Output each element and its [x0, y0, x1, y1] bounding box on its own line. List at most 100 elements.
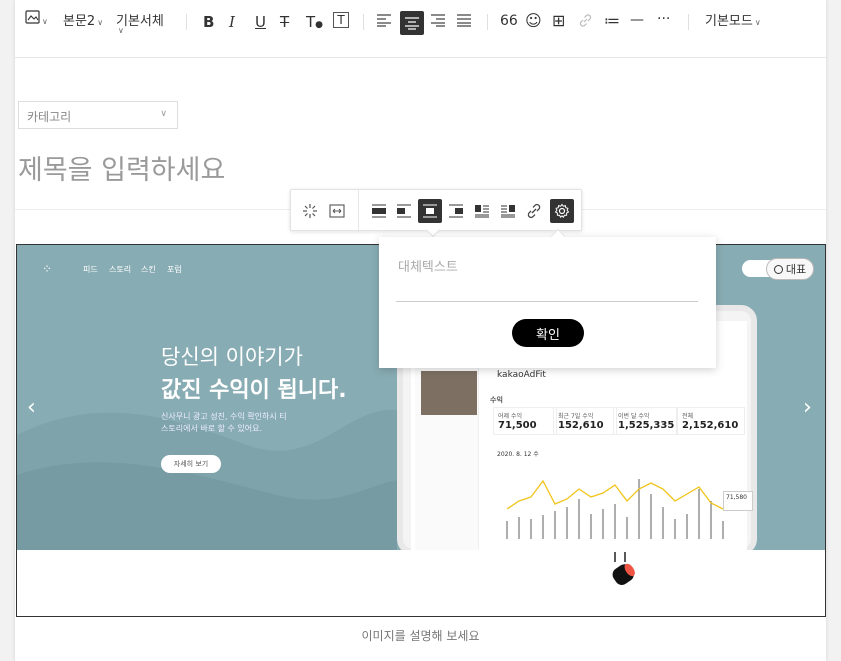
- list-button[interactable]: ≔: [604, 11, 620, 30]
- stat-label: 전체: [682, 413, 694, 420]
- link-icon: [527, 203, 541, 219]
- image-toolbar: [290, 189, 582, 238]
- italic-button[interactable]: I: [229, 13, 235, 31]
- chart-date: 2020. 8. 12 수: [497, 451, 539, 458]
- banner-nav-item: 포럼: [167, 265, 182, 274]
- align-right-icon: [431, 14, 445, 27]
- chevron-left-icon: ‹: [27, 395, 36, 420]
- chart-tooltip: 71,580: [723, 491, 753, 511]
- toolbar-divider: [358, 190, 359, 232]
- align-left-button[interactable]: [376, 13, 392, 31]
- align-justify-button[interactable]: [456, 13, 472, 31]
- represent-image-button[interactable]: 대표: [766, 258, 814, 280]
- align-right-button[interactable]: [430, 13, 446, 31]
- revenue-section-label: 수익: [490, 396, 503, 404]
- paragraph-style-label: 본문2: [63, 14, 96, 29]
- confirm-button[interactable]: 확인: [512, 319, 584, 347]
- align-justify-icon: [457, 14, 471, 27]
- banner-subtext: 신사무니 광고 성진, 수익 확인하시 티스토리에서 바로 할 수 있어요.: [161, 412, 287, 433]
- image-effect-button[interactable]: [298, 199, 322, 223]
- align-center-button[interactable]: [400, 11, 424, 35]
- editor-mode-select[interactable]: 기본모드 ∨: [705, 10, 761, 29]
- more-button[interactable]: ···: [657, 11, 670, 27]
- alt-text-input[interactable]: [396, 254, 698, 302]
- float-right-button[interactable]: [496, 199, 520, 223]
- revenue-chart: [506, 479, 724, 539]
- stat-card: 최근 7일 수익 152,610: [553, 407, 617, 435]
- color-dot-icon: ●: [315, 20, 324, 30]
- stat-value: 152,610: [558, 420, 604, 431]
- align-left-wrap-icon: [397, 204, 411, 218]
- editor-mode-label: 기본모드: [705, 14, 753, 29]
- emoji-button[interactable]: ☺: [525, 11, 542, 30]
- float-left-button[interactable]: [470, 199, 494, 223]
- image-settings-button[interactable]: [550, 199, 574, 223]
- align-center-image-button[interactable]: [418, 199, 442, 223]
- adfit-brand: kakaoAdFit: [497, 370, 546, 380]
- chevron-down-icon: ∨: [160, 109, 167, 119]
- editor-page: ∨ 본문2∨ 기본서체∨ B I U T T● T 66 ☺ ⊞ ≔ — ·: [15, 0, 826, 661]
- align-center-icon: [423, 204, 437, 218]
- align-left-image-button[interactable]: [392, 199, 416, 223]
- banner-button: 자세히 보기: [161, 455, 221, 473]
- quote-button[interactable]: 66: [500, 13, 518, 29]
- stat-label: 어제 수익: [498, 413, 522, 420]
- paragraph-style-select[interactable]: 본문2 ∨: [63, 10, 103, 29]
- link-icon: [579, 14, 592, 27]
- font-family-select[interactable]: 기본서체 ∨: [116, 10, 164, 35]
- banner-nav-item: 피드: [83, 265, 98, 274]
- category-select[interactable]: 카테고리 ∨: [18, 101, 178, 129]
- align-left-icon: [377, 14, 391, 27]
- alt-text-popup: 확인: [379, 228, 716, 368]
- banner-headline-2: 값진 수익이 됩니다.: [161, 378, 347, 403]
- image-width-button[interactable]: [325, 199, 349, 223]
- stat-value: 71,500: [498, 420, 537, 431]
- tablet-sidebar: [415, 363, 479, 550]
- banner-nav-item: 스킨: [141, 265, 156, 274]
- circle-icon: [773, 264, 783, 274]
- stat-label: 최근 7일 수익: [558, 413, 594, 420]
- resize-width-icon: [329, 204, 345, 218]
- title-input[interactable]: 제목을 입력하세요: [18, 148, 225, 187]
- underline-button[interactable]: U: [255, 13, 266, 31]
- strikethrough-button[interactable]: T: [280, 13, 289, 31]
- align-center-icon: [405, 17, 419, 30]
- stat-label: 이번 달 수익: [618, 413, 650, 420]
- text-color-label: T: [306, 13, 316, 31]
- text-background-button[interactable]: T: [333, 12, 349, 28]
- settings-icon: [554, 203, 570, 219]
- insert-image-button[interactable]: ∨: [25, 10, 48, 28]
- link-button[interactable]: [578, 13, 593, 32]
- float-left-icon: [475, 205, 489, 218]
- float-right-icon: [501, 205, 515, 218]
- text-color-button[interactable]: T●: [306, 13, 323, 31]
- stat-card: 이번 달 수익 1,525,335: [613, 407, 677, 435]
- toolbar-divider: [688, 14, 689, 30]
- image-caption-input[interactable]: 이미지를 설명해 보세요: [15, 627, 826, 644]
- horizontal-rule-button[interactable]: —: [630, 12, 644, 28]
- banner-headline-1: 당신의 이야기가: [161, 345, 303, 369]
- stat-value: 2,152,610: [682, 420, 739, 431]
- chevron-right-icon: ›: [803, 395, 812, 420]
- image-icon: [25, 10, 40, 24]
- category-label: 카테고리: [27, 110, 72, 124]
- coffee-photo: [421, 371, 477, 415]
- banner-nav-item: 스토리: [109, 265, 132, 274]
- align-full-icon: [372, 204, 386, 218]
- toolbar-divider: [186, 14, 187, 30]
- align-full-button[interactable]: [367, 199, 391, 223]
- image-link-button[interactable]: [522, 199, 546, 223]
- align-right-image-button[interactable]: [444, 199, 468, 223]
- represent-label: 대표: [785, 263, 807, 276]
- toolbar-divider: [487, 14, 488, 30]
- stat-card: 전체 2,152,610: [677, 407, 745, 435]
- popup-pointer: [550, 228, 566, 244]
- stat-value: 1,525,335: [618, 420, 675, 431]
- bold-button[interactable]: B: [203, 13, 214, 31]
- resize-handle-icon[interactable]: [610, 552, 638, 588]
- sparkle-icon: [303, 204, 317, 218]
- table-button[interactable]: ⊞: [552, 11, 565, 30]
- align-right-wrap-icon: [449, 204, 463, 218]
- toolbar-pointer: [425, 222, 441, 238]
- tistory-logo-icon: ⁘: [42, 262, 53, 276]
